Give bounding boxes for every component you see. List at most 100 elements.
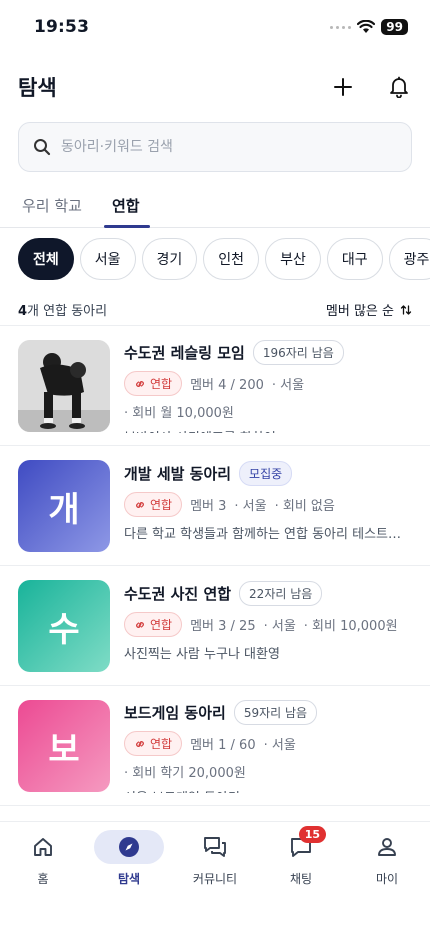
nav-community[interactable]: 커뮤니티: [175, 830, 255, 931]
chip-busan[interactable]: 부산: [265, 238, 321, 280]
club-letter-thumbnail: 개: [18, 460, 110, 552]
nav-label: 채팅: [289, 872, 313, 886]
nav-icon-wrap: [180, 830, 250, 864]
club-info: 수도권 레슬링 모임 196자리 남음 연합 멤버 4 / 200 · 서울 ·…: [124, 340, 412, 433]
union-tag-label: 연합: [150, 618, 173, 632]
sort-label: 멤버 많은 순: [325, 304, 394, 319]
union-tag-label: 연합: [150, 377, 173, 391]
notifications-button[interactable]: [386, 74, 412, 100]
result-count: 4개 연합 동아리: [18, 300, 107, 319]
seats-left-badge: 59자리 남음: [233, 700, 318, 725]
club-info: 보드게임 동아리 59자리 남음 연합 멤버 1 / 60 · 서울 · 회비 …: [124, 700, 412, 793]
person-icon: [378, 838, 396, 856]
recruiting-badge: 모집중: [239, 460, 293, 486]
plus-icon: [334, 78, 352, 96]
nav-my[interactable]: 마이: [347, 830, 427, 931]
club-info: 개발 세발 동아리 모집중 연합 멤버 3 · 서울 · 회비 없음 다른 학교…: [124, 460, 412, 553]
member-count: 멤버 3 / 25: [190, 619, 256, 634]
tab-union[interactable]: 연합: [104, 184, 150, 228]
club-meta: 연합 멤버 3 · 서울 · 회비 없음: [124, 492, 412, 517]
club-name: 수도권 사진 연합: [124, 584, 232, 603]
result-count-label: 개 연합 동아리: [27, 304, 108, 319]
search-input[interactable]: [61, 139, 397, 155]
club-meta: 연합 멤버 4 / 200 · 서울: [124, 371, 412, 396]
club-name: 보드게임 동아리: [124, 704, 226, 722]
seats-left-badge: 22자리 남음: [239, 580, 323, 606]
chip-gyeonggi[interactable]: 경기: [141, 238, 198, 280]
chip-incheon[interactable]: 인천: [203, 238, 260, 280]
union-tag: 연합: [124, 371, 183, 396]
union-tag-label: 연합: [150, 498, 173, 512]
club-title-line: 보드게임 동아리 59자리 남음: [124, 700, 412, 725]
status-indicators: 99: [330, 19, 408, 35]
chat-unread-badge: 15: [298, 826, 326, 843]
nav-label: 홈: [37, 872, 49, 886]
chip-daegu[interactable]: 대구: [326, 238, 383, 280]
link-icon: [136, 621, 144, 628]
region-label: · 서울: [263, 738, 296, 753]
club-list-item[interactable]: 수 수도권 사진 연합 22자리 남음 연합 멤버 3 / 25 · 서울 · …: [0, 566, 430, 686]
nav-icon-wrap: 15: [266, 826, 336, 864]
list-meta: 4개 연합 동아리 멤버 많은 순: [0, 288, 430, 326]
bell-icon: [390, 76, 408, 98]
sort-button[interactable]: 멤버 많은 순: [326, 300, 412, 319]
member-count: 멤버 4 / 200: [190, 378, 264, 393]
tab-bar: 우리 학교 연합: [0, 184, 430, 228]
union-tag: 연합: [124, 731, 183, 756]
club-title-line: 수도권 레슬링 모임 196자리 남음: [124, 340, 412, 365]
status-bar: 19:53 99: [0, 0, 430, 54]
club-title-line: 개발 세발 동아리 모집중: [124, 460, 412, 486]
header-actions: [330, 74, 412, 100]
page-title: 탐색: [18, 76, 57, 100]
nav-label: 탐색: [117, 872, 141, 886]
club-letter-thumbnail: 보: [18, 700, 110, 792]
member-count: 멤버 1 / 60: [190, 738, 256, 753]
nav-chat[interactable]: 15 채팅: [261, 826, 341, 931]
wrestling-photo-image: [18, 340, 110, 432]
compass-icon: [119, 837, 139, 857]
club-meta: 연합 멤버 1 / 60 · 서울: [124, 731, 412, 756]
chip-seoul[interactable]: 서울: [79, 238, 136, 280]
nav-home[interactable]: 홈: [3, 830, 83, 931]
club-list-item[interactable]: 수도권 레슬링 모임 196자리 남음 연합 멤버 4 / 200 · 서울 ·…: [0, 326, 430, 446]
link-icon: [136, 501, 144, 508]
union-tag: 연합: [124, 612, 183, 637]
nav-icon-wrap: [352, 830, 422, 864]
home-icon: [34, 838, 52, 856]
club-description: 부바이사 사티에프를 향하여..: [124, 427, 412, 433]
union-tag: 연합: [124, 492, 183, 517]
chip-gwangju[interactable]: 광주: [388, 238, 430, 280]
union-tag-label: 연합: [150, 737, 173, 751]
club-list-item[interactable]: 개 개발 세발 동아리 모집중 연합 멤버 3 · 서울 · 회비 없음 다른 …: [0, 446, 430, 566]
chip-all[interactable]: 전체: [18, 238, 74, 280]
bottom-nav: 홈 탐색 커뮤니티 15 채팅 마이: [0, 821, 430, 931]
club-title-line: 수도권 사진 연합 22자리 남음: [124, 580, 412, 606]
nav-explore[interactable]: 탐색: [89, 830, 169, 931]
fee-label: · 회비 10,000원: [303, 619, 398, 634]
club-photo-thumbnail: [18, 340, 110, 432]
region-label: · 서울: [271, 378, 305, 393]
club-description: 서울 보드게임 동아리: [124, 787, 412, 793]
nav-icon-wrap: [8, 830, 78, 864]
club-info: 수도권 사진 연합 22자리 남음 연합 멤버 3 / 25 · 서울 · 회비…: [124, 580, 412, 673]
add-button[interactable]: [330, 74, 356, 100]
club-fee: · 회비 학기 20,000원: [124, 766, 246, 781]
nav-label: 커뮤니티: [192, 872, 238, 886]
club-name: 수도권 레슬링 모임: [124, 344, 245, 362]
member-count: 멤버 3: [190, 499, 227, 514]
search-bar[interactable]: [18, 122, 412, 172]
club-list-item[interactable]: 보 보드게임 동아리 59자리 남음 연합 멤버 1 / 60 · 서울 · 회…: [0, 686, 430, 806]
region-filter-chips: 전체 서울 경기 인천 부산 대구 광주: [0, 228, 430, 288]
club-fee: · 회비 월 10,000원: [124, 406, 234, 421]
status-time: 19:53: [34, 17, 90, 37]
club-description: 사진찍는 사람 누구나 대환영: [124, 647, 280, 662]
tab-my-school[interactable]: 우리 학교: [18, 184, 86, 227]
nav-icon-wrap: [94, 830, 164, 864]
battery-indicator: 99: [381, 19, 408, 35]
wifi-icon: [357, 20, 376, 33]
nav-label: 마이: [375, 872, 399, 886]
signal-dots-icon: [330, 25, 352, 29]
sort-arrows-icon: [400, 304, 412, 315]
community-icon: [204, 837, 226, 857]
region-label: · 서울: [234, 499, 267, 514]
